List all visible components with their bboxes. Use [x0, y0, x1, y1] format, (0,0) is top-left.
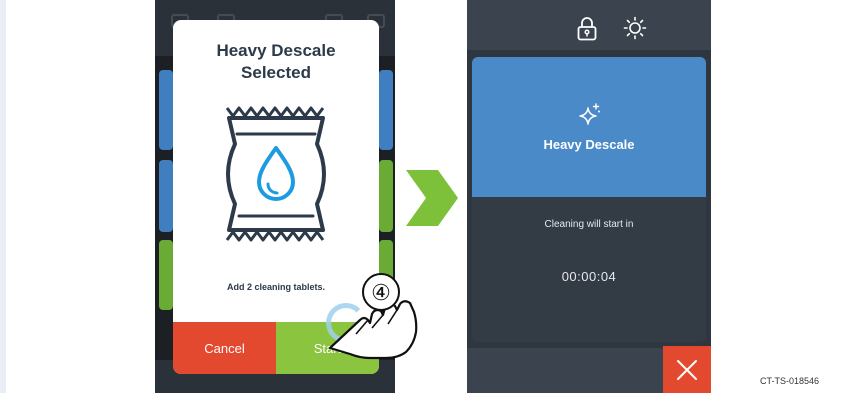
- sparkle-icon: [579, 103, 600, 125]
- cancel-button[interactable]: Cancel: [173, 322, 276, 374]
- background-tile: [379, 70, 393, 150]
- countdown-message: Cleaning will start in: [544, 219, 634, 230]
- cleaning-program-card: Heavy Descale Cleaning will start in 00:…: [472, 57, 706, 342]
- pointing-hand-icon: ④: [328, 273, 418, 360]
- cancel-cleaning-button[interactable]: [663, 346, 711, 393]
- modal-title: Heavy Descale Selected: [173, 40, 379, 84]
- step-number: ④: [371, 281, 391, 306]
- card-header: Heavy Descale: [472, 57, 706, 197]
- countdown-timer: 00:00:04: [561, 269, 617, 284]
- background-tile: [379, 160, 393, 232]
- background-tile: [159, 240, 173, 310]
- brightness-icon[interactable]: [623, 16, 647, 40]
- modal-title-line2: Selected: [241, 63, 311, 82]
- document-code: CT-TS-018546: [760, 376, 820, 386]
- background-tile: [159, 160, 173, 232]
- card-title: Heavy Descale: [543, 137, 635, 152]
- countdown-panel: Cleaning will start in 00:00:04: [472, 197, 706, 342]
- background-tile: [159, 70, 173, 150]
- modal-title-line1: Heavy Descale: [216, 41, 336, 60]
- close-icon: [677, 359, 697, 380]
- cleaning-tablet-packet-icon: [225, 106, 326, 242]
- right-device-screen: Heavy Descale Cleaning will start in 00:…: [467, 0, 711, 393]
- lock-icon[interactable]: [577, 17, 597, 41]
- double-chevron-right-icon: [406, 170, 458, 226]
